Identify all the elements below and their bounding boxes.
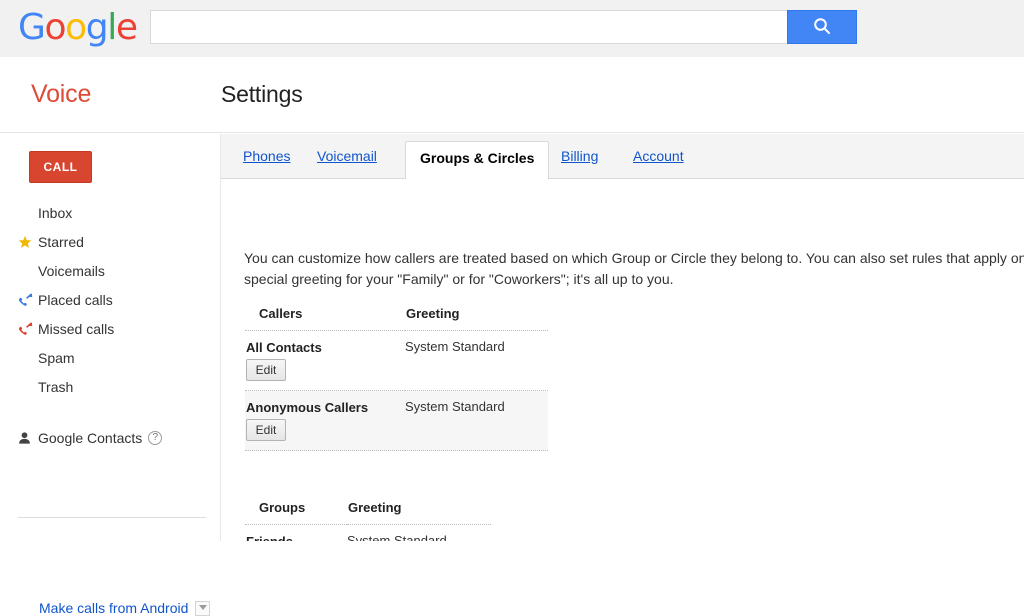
tab-account[interactable]: Account: [633, 148, 684, 164]
greeting-value: System Standard: [405, 391, 548, 451]
edit-button[interactable]: Edit: [246, 419, 286, 441]
voice-brand-logo[interactable]: Voice: [31, 80, 91, 109]
search-icon: [812, 16, 832, 39]
caller-name: All Contacts: [246, 332, 404, 355]
star-icon: [18, 234, 36, 250]
app-header: Voice Settings: [0, 57, 1024, 133]
top-search-bar: Google: [0, 0, 1024, 57]
sidebar: CALL Inbox Starred Voicemails: [0, 134, 221, 541]
placed-call-icon: [18, 292, 36, 308]
table-row: Anonymous Callers Edit System Standard: [245, 391, 548, 451]
logo-letter-o1: o: [45, 7, 66, 48]
tab-voicemail[interactable]: Voicemail: [317, 148, 377, 164]
trash-icon-placeholder: [18, 379, 36, 395]
sidebar-item-label: Placed calls: [38, 292, 113, 308]
tab-billing[interactable]: Billing: [561, 148, 598, 164]
logo-letter-o2: o: [65, 7, 86, 48]
search-button[interactable]: [787, 10, 857, 44]
main-content: Phones Voicemail Groups & Circles Billin…: [221, 134, 1024, 541]
greeting-value: System Standard: [405, 331, 548, 391]
edit-button[interactable]: Edit: [246, 359, 286, 381]
sidebar-item-label: Google Contacts: [38, 430, 142, 446]
table-header-row: Groups Greeting: [245, 499, 491, 525]
greeting-value: System Standard: [347, 525, 491, 542]
table-header-row: Callers Greeting: [245, 305, 548, 331]
settings-tab-strip: Phones Voicemail Groups & Circles Billin…: [221, 134, 1024, 179]
caller-cell: Anonymous Callers Edit: [245, 391, 405, 451]
group-cell: Friends Edit: [245, 525, 347, 542]
help-icon[interactable]: ?: [148, 431, 162, 445]
logo-letter-g: g: [86, 7, 107, 48]
intro-description: You can customize how callers are treate…: [244, 248, 1024, 290]
inbox-icon-placeholder: [18, 205, 36, 221]
tab-phones[interactable]: Phones: [243, 148, 290, 164]
make-calls-from-android-link[interactable]: Make calls from Android: [39, 600, 188, 616]
callers-table: Callers Greeting All Contacts Edit Syste…: [245, 305, 548, 451]
table-row: Friends Edit System Standard: [245, 525, 491, 542]
sidebar-item-label: Inbox: [38, 205, 72, 221]
sidebar-item-label: Starred: [38, 234, 84, 250]
sidebar-item-label: Spam: [38, 350, 75, 366]
column-header-groups: Groups: [245, 499, 347, 525]
sidebar-item-placed-calls[interactable]: Placed calls: [0, 285, 221, 314]
google-logo[interactable]: Google: [18, 10, 137, 46]
sidebar-item-trash[interactable]: Trash: [0, 372, 221, 401]
logo-letter-e: e: [116, 7, 137, 48]
sidebar-item-voicemails[interactable]: Voicemails: [0, 256, 221, 285]
logo-letter-l: l: [107, 7, 116, 48]
column-header-greeting: Greeting: [405, 305, 548, 331]
make-calls-from-android-row: Make calls from Android: [0, 600, 221, 616]
groups-table: Groups Greeting Friends Edit System Stan…: [245, 499, 491, 541]
caller-name: Anonymous Callers: [246, 392, 404, 415]
sidebar-item-missed-calls[interactable]: Missed calls: [0, 314, 221, 343]
spam-icon-placeholder: [18, 350, 36, 366]
tab-panel-groups-circles: You can customize how callers are treate…: [221, 179, 1024, 541]
sidebar-nav-list: Inbox Starred Voicemails Placed ca: [0, 198, 221, 401]
sidebar-item-label: Voicemails: [38, 263, 105, 279]
sidebar-item-inbox[interactable]: Inbox: [0, 198, 221, 227]
call-button[interactable]: CALL: [29, 151, 92, 183]
voicemail-icon-placeholder: [18, 263, 36, 279]
sidebar-item-label: Trash: [38, 379, 73, 395]
sidebar-item-spam[interactable]: Spam: [0, 343, 221, 372]
column-header-callers: Callers: [245, 305, 405, 331]
tab-groups-circles[interactable]: Groups & Circles: [405, 141, 549, 180]
sidebar-item-label: Missed calls: [38, 321, 114, 337]
caller-cell: All Contacts Edit: [245, 331, 405, 391]
logo-letter-G: G: [18, 7, 45, 48]
column-header-greeting: Greeting: [347, 499, 491, 525]
person-icon: [18, 430, 36, 446]
chevron-down-icon[interactable]: [195, 601, 210, 616]
sidebar-divider: [18, 517, 206, 518]
group-name: Friends: [246, 526, 346, 541]
sidebar-item-google-contacts[interactable]: Google Contacts ?: [0, 424, 221, 452]
page-title: Settings: [221, 81, 303, 108]
sidebar-item-starred[interactable]: Starred: [0, 227, 221, 256]
missed-call-icon: [18, 321, 36, 337]
table-row: All Contacts Edit System Standard: [245, 331, 548, 391]
search-input[interactable]: [150, 10, 787, 44]
